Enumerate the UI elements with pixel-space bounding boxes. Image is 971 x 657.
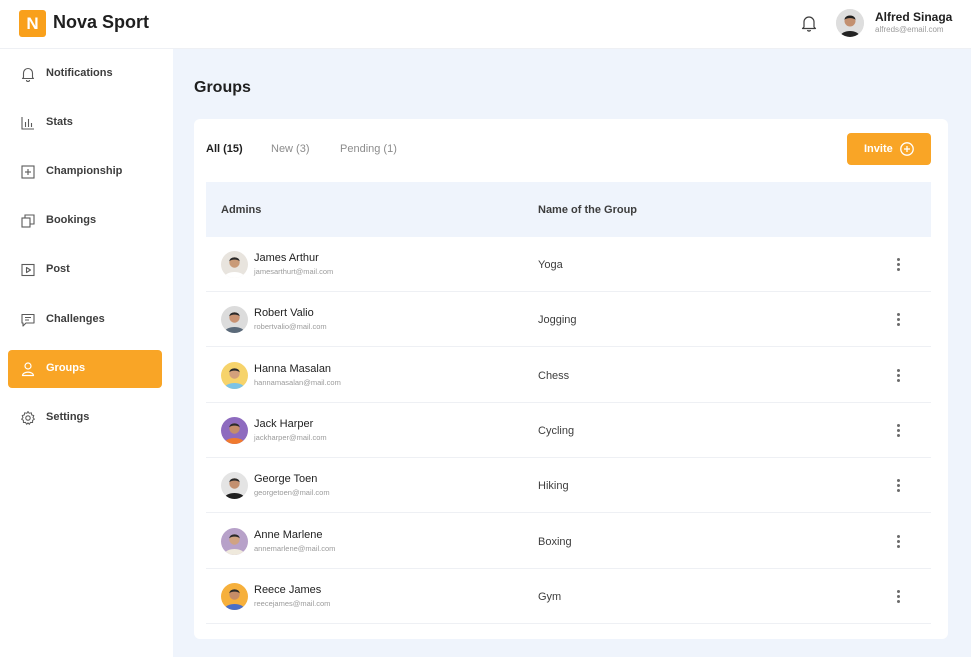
admin-name: James Arthur — [254, 252, 319, 264]
sidebar-item-label: Stats — [46, 116, 73, 128]
table-row[interactable]: James Arthur jamesarthurt@mail.com Yoga — [206, 237, 931, 292]
bell-icon[interactable] — [801, 14, 817, 32]
admin-name: Hanna Masalan — [254, 362, 332, 375]
plus-circle-icon — [900, 142, 914, 156]
more-vertical-icon[interactable] — [892, 533, 906, 549]
admin-name: George Toen — [254, 473, 318, 486]
top-header: N Nova Sport Alfred Sinaga alfreds@email… — [0, 0, 971, 49]
column-header-admins: Admins — [221, 204, 262, 216]
user-icon — [21, 362, 35, 377]
admin-name: Jack Harper — [254, 417, 314, 430]
admin-name: Robert Valio — [254, 307, 314, 320]
avatar — [221, 527, 248, 555]
sidebar-item-challenges[interactable]: Challenges — [8, 301, 162, 339]
message-icon — [21, 313, 35, 327]
bell-icon — [21, 67, 35, 82]
copy-icon — [21, 214, 35, 228]
sidebar-item-label: Post — [46, 263, 70, 275]
table-row[interactable]: Hanna Masalan hannamasalan@mail.com Chess — [206, 348, 931, 403]
sidebar-item-championship[interactable]: Championship — [8, 153, 162, 191]
more-vertical-icon[interactable] — [892, 588, 906, 604]
groups-card: All (15) New (3) Pending (1) Invite Admi… — [194, 119, 948, 639]
user-avatar[interactable] — [836, 9, 864, 37]
group-name: Chess — [538, 369, 570, 382]
user-name: Alfred Sinaga — [875, 10, 953, 24]
admin-email: annemarlene@mail.com — [254, 543, 336, 553]
more-vertical-icon[interactable] — [892, 422, 906, 438]
more-vertical-icon[interactable] — [892, 256, 906, 272]
more-vertical-icon[interactable] — [892, 477, 906, 493]
sidebar-item-label: Groups — [46, 362, 86, 374]
column-header-group-name: Name of the Group — [538, 204, 638, 216]
admin-email: reecejames@mail.com — [254, 598, 331, 608]
group-name: Gym — [538, 590, 562, 603]
tab-pending[interactable]: Pending (1) — [340, 143, 397, 155]
sidebar-item-label: Settings — [46, 411, 90, 423]
sidebar: Notifications Stats Championship Booking… — [0, 49, 173, 657]
group-name: Cycling — [538, 424, 575, 437]
more-vertical-icon[interactable] — [892, 311, 906, 327]
avatar — [221, 306, 248, 334]
brand-name: Nova Sport — [53, 12, 150, 32]
admin-email: jamesarthurt@mail.com — [254, 267, 334, 276]
table-row[interactable]: Reece James reecejames@mail.com Gym — [206, 569, 931, 624]
page-title: Groups — [194, 79, 251, 96]
main-content: Groups All (15) New (3) Pending (1) Invi… — [173, 49, 971, 657]
gear-icon — [21, 411, 35, 425]
sidebar-item-label: Challenges — [46, 313, 105, 325]
admin-name: Reece James — [254, 583, 322, 596]
group-name: Jogging — [538, 314, 577, 327]
table-row[interactable]: George Toen georgetoen@mail.com Hiking — [206, 458, 931, 514]
table-row[interactable]: Robert Valio robertvalio@mail.com Jogging — [206, 292, 931, 348]
table-row[interactable]: Anne Marlene annemarlene@mail.com Boxing — [206, 514, 931, 569]
avatar — [221, 416, 248, 444]
sidebar-item-stats[interactable]: Stats — [8, 104, 162, 142]
table-row[interactable]: Jack Harper jackharper@mail.com Cycling — [206, 403, 931, 458]
tab-all[interactable]: All (15) — [206, 143, 243, 155]
sidebar-item-settings[interactable]: Settings — [8, 399, 162, 437]
invite-label: Invite — [864, 143, 893, 155]
group-name: Yoga — [538, 259, 563, 271]
trophy-board-icon — [21, 165, 35, 179]
tab-new[interactable]: New (3) — [271, 143, 310, 155]
admin-name: Anne Marlene — [254, 528, 323, 541]
sidebar-item-label: Championship — [46, 165, 123, 177]
logo-mark: N — [19, 10, 46, 37]
group-name: Hiking — [538, 480, 569, 493]
sidebar-item-label: Notifications — [46, 67, 113, 79]
more-vertical-icon[interactable] — [892, 367, 906, 383]
user-email: alfreds@email.com — [875, 25, 944, 34]
table-header: Admins Name of the Group — [206, 182, 931, 237]
admin-email: robertvalio@mail.com — [254, 322, 327, 332]
sidebar-item-bookings[interactable]: Bookings — [8, 202, 162, 240]
group-name: Boxing — [538, 535, 572, 548]
invite-button[interactable]: Invite — [847, 133, 931, 165]
avatar — [221, 251, 248, 278]
avatar — [221, 582, 248, 610]
sidebar-item-label: Bookings — [46, 214, 97, 226]
sidebar-item-post[interactable]: Post — [8, 251, 162, 289]
sidebar-item-groups[interactable]: Groups — [8, 350, 162, 388]
avatar — [221, 472, 248, 500]
sidebar-item-notifications[interactable]: Notifications — [8, 55, 162, 93]
admin-email: jackharper@mail.com — [254, 432, 327, 442]
play-icon — [21, 263, 35, 277]
bar-chart-icon — [21, 117, 34, 130]
avatar — [221, 361, 248, 389]
admin-email: georgetoen@mail.com — [254, 488, 330, 498]
admin-email: hannamasalan@mail.com — [254, 377, 341, 387]
